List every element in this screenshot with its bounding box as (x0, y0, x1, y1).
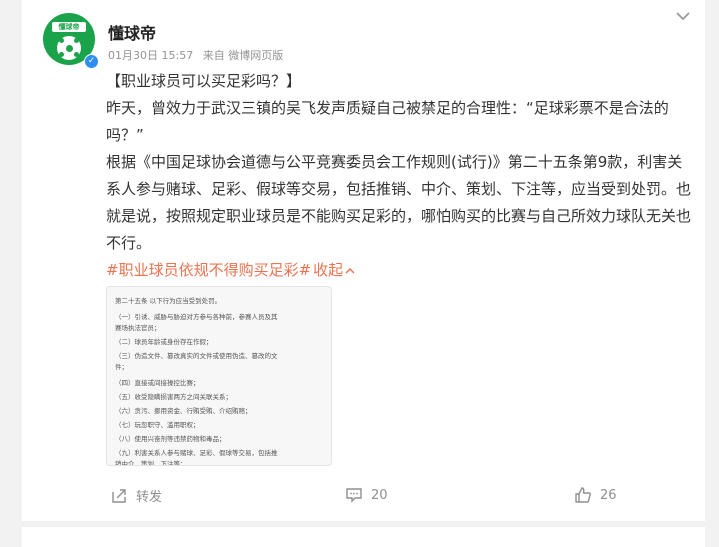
image-text-line: （二）球员年龄或身份存在作假； (115, 338, 213, 346)
like-button[interactable]: 26 (574, 486, 617, 504)
image-text-line: （七）玩忽职守、滥用职权； (115, 421, 200, 429)
image-text-line: （五）收受隐瞒损害两方之间关联关系； (115, 393, 232, 401)
image-text-line: （六）贪污、挪用资金、行贿受贿、介绍贿赂； (115, 407, 252, 415)
post-paragraph-1: 昨天，曾效力于武汉三镇的吴飞发声质疑自己被禁足的合理性：“足球彩票不是合法的吗？… (106, 99, 669, 144)
comment-count: 20 (371, 487, 388, 503)
post-actions-bar: 转发 20 26 (22, 486, 705, 510)
post-meta: 01月30日 15:57 来自 微博网页版 (108, 47, 289, 63)
hashtag-link[interactable]: #职业球员依规不得购买足彩# (106, 261, 311, 279)
image-text-line: 件； (115, 363, 128, 371)
weibo-post-card: 懂球帝 ✓ 懂球帝 01月30日 15:57 来自 微博网页版 【职业球员可以买… (22, 0, 705, 521)
post-content: 【职业球员可以买足彩吗？】 昨天，曾效力于武汉三镇的吴飞发声质疑自己被禁足的合理… (106, 68, 696, 284)
image-text-line: 第二十五条 以下行为应当受到处罚。 (115, 297, 222, 305)
collapse-label: 收起 (313, 261, 344, 279)
image-text-line: （四）直接或间接操控比赛； (115, 379, 200, 387)
post-image-document[interactable]: 第二十五条 以下行为应当受到处罚。 （一）引诱、威胁与胁迫对方参与各种前，参赛人员… (106, 286, 332, 466)
comment-icon (346, 488, 362, 503)
post-source: 来自 微博网页版 (202, 49, 284, 62)
avatar-brand-text: 懂球帝 (52, 22, 86, 32)
chevron-up-icon (345, 267, 355, 274)
image-text-line: （九）利害关系人参与赌球、足彩、假球等交易，包括推 (115, 449, 278, 457)
username[interactable]: 懂球帝 (108, 20, 156, 44)
football-icon (57, 36, 81, 60)
collapse-link[interactable]: 收起 (313, 261, 355, 279)
post-title: 【职业球员可以买足彩吗？】 (106, 72, 302, 90)
image-text-line: 销中介、策划、下注等； (115, 460, 187, 466)
chevron-down-icon[interactable] (674, 8, 692, 24)
like-icon (575, 487, 591, 503)
repost-icon (112, 488, 126, 503)
verified-icon: ✓ (84, 54, 99, 69)
image-text-line: （八）使用兴奋剂等违禁药物和毒品； (115, 435, 226, 443)
image-text-line: （三）伪造文件、篡改真实的文件或使用伪造、篡改的文 (115, 352, 278, 360)
post-paragraph-2: 根据《中国足球协会道德与公平竞赛委员会工作规则(试行)》第二十五条第9款，利害关… (106, 153, 692, 252)
post-timestamp[interactable]: 01月30日 15:57 (108, 49, 193, 62)
next-post-card (22, 527, 705, 547)
comment-button[interactable]: 20 (345, 486, 388, 504)
image-text-line: （一）引诱、威胁与胁迫对方参与各种前，参赛人员及其 (115, 313, 278, 321)
repost-button[interactable]: 转发 (110, 486, 162, 505)
repost-label: 转发 (136, 490, 163, 505)
post-tag-line: #职业球员依规不得购买足彩# 收起 (106, 257, 696, 284)
like-count: 26 (600, 487, 617, 503)
image-text-line: 赛场执法官员； (115, 324, 161, 332)
